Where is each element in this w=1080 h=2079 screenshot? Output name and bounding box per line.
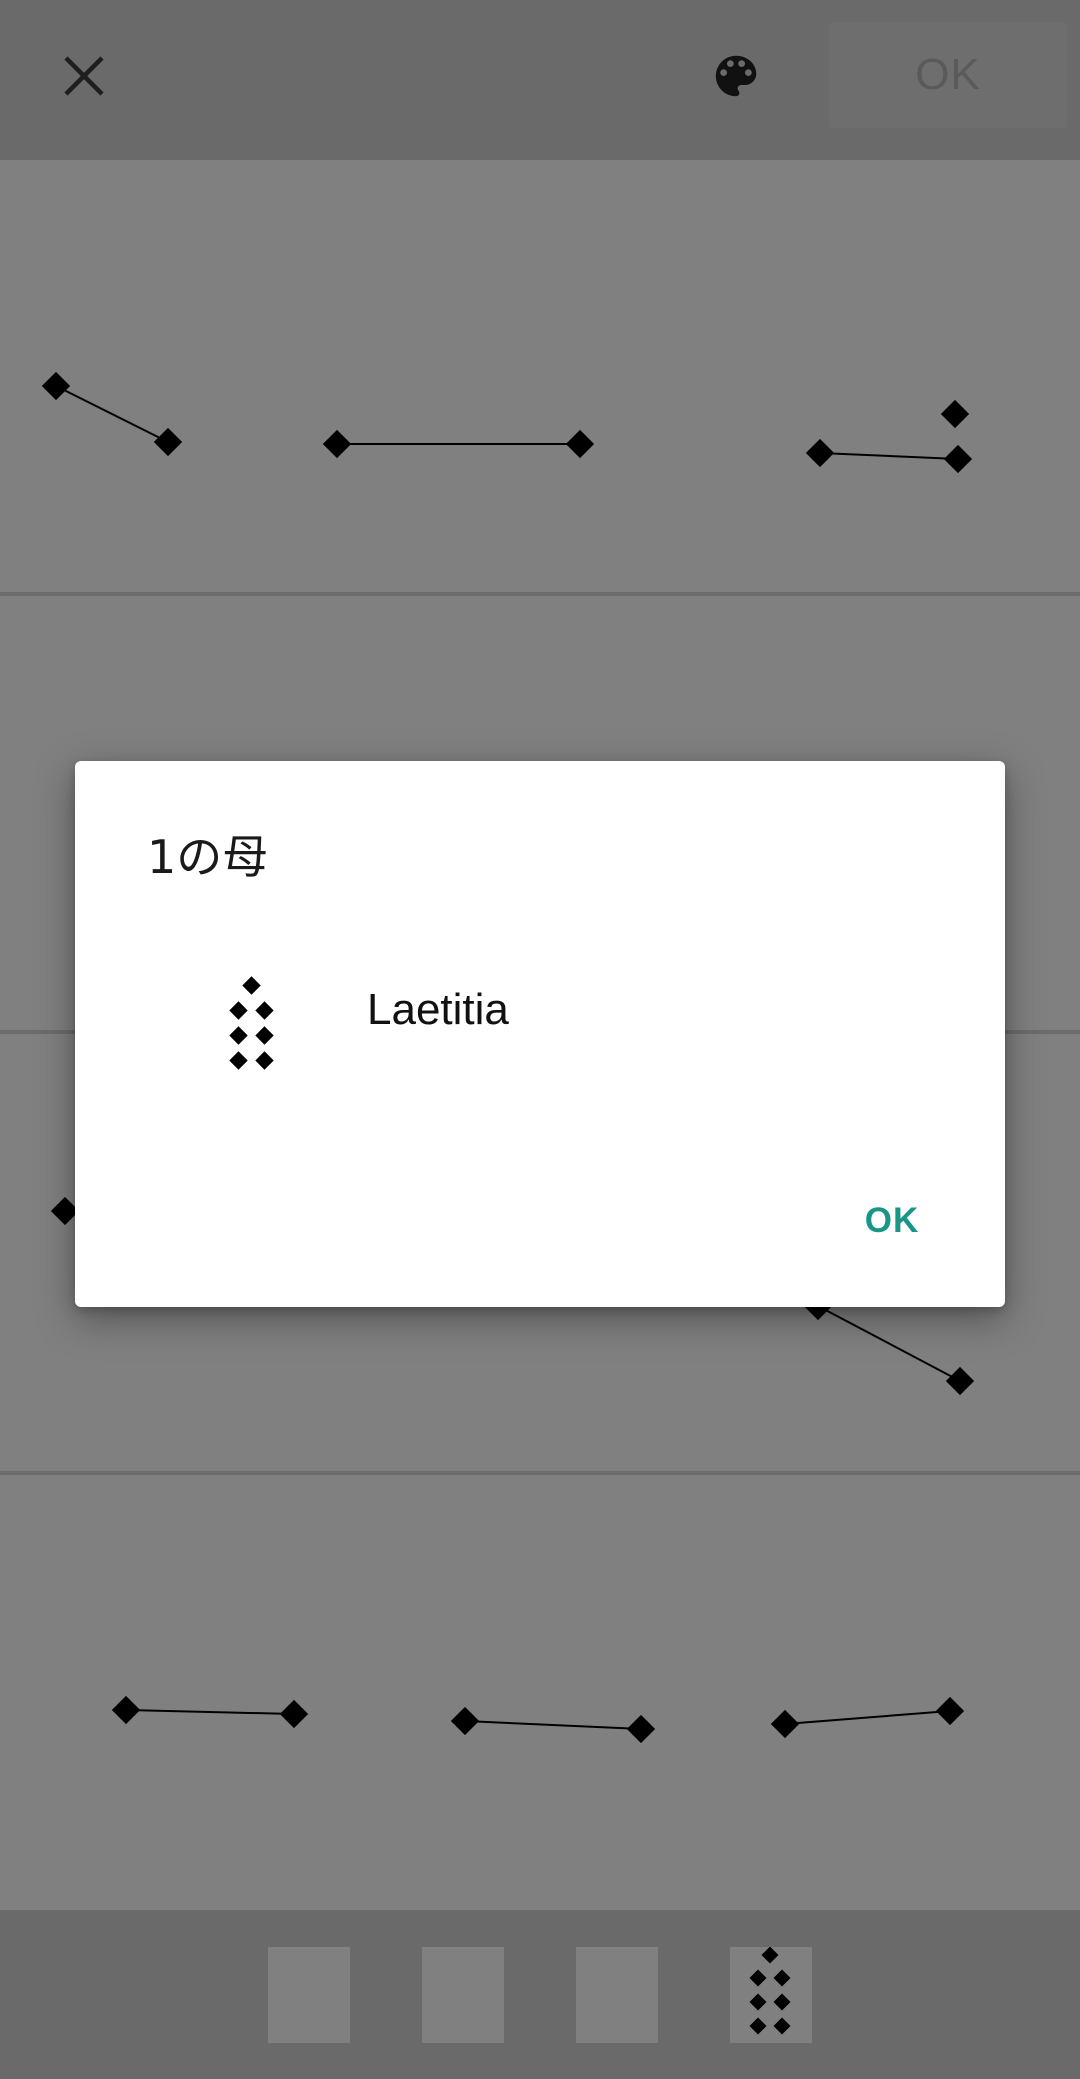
row-divider xyxy=(0,1471,1080,1475)
dialog-title: 1の母 xyxy=(147,830,269,884)
top-toolbar: OK xyxy=(0,0,1080,160)
figure-row-4 xyxy=(111,1695,965,1744)
dialog-ok-button[interactable]: OK xyxy=(827,1181,957,1261)
figure-slot-2[interactable] xyxy=(422,1947,504,2043)
row-divider xyxy=(0,592,1080,596)
figure-point xyxy=(940,399,970,429)
figure-point xyxy=(153,427,183,457)
figure-point xyxy=(565,429,595,459)
figure-row-1 xyxy=(41,371,973,474)
ok-button[interactable]: OK xyxy=(829,22,1067,128)
figure-slot-1[interactable] xyxy=(268,1947,350,2043)
palette-icon xyxy=(715,55,757,97)
figure-point xyxy=(945,1366,975,1396)
laetitia-figure-icon xyxy=(749,1946,791,2035)
figure-point xyxy=(41,371,71,401)
close-button[interactable] xyxy=(44,36,124,116)
figure-point xyxy=(450,1706,480,1736)
bottom-figure-bar xyxy=(0,1910,1080,2079)
figure-dialog: 1の母 Laetitia OK xyxy=(75,761,1005,1307)
figure-point xyxy=(279,1699,309,1729)
figure-point xyxy=(322,429,352,459)
figure-point xyxy=(111,1695,141,1725)
figure-point xyxy=(805,438,835,468)
laetitia-figure-icon xyxy=(215,975,287,1080)
figure-point xyxy=(943,444,973,474)
figure-point xyxy=(626,1714,656,1744)
palette-button[interactable] xyxy=(696,36,776,116)
figure-slot-3[interactable] xyxy=(576,1947,658,2043)
figure-point xyxy=(770,1709,800,1739)
close-icon xyxy=(64,56,104,96)
figure-slot-4[interactable] xyxy=(730,1946,812,2043)
figure-name: Laetitia xyxy=(367,985,509,1034)
figure-point xyxy=(935,1696,965,1726)
